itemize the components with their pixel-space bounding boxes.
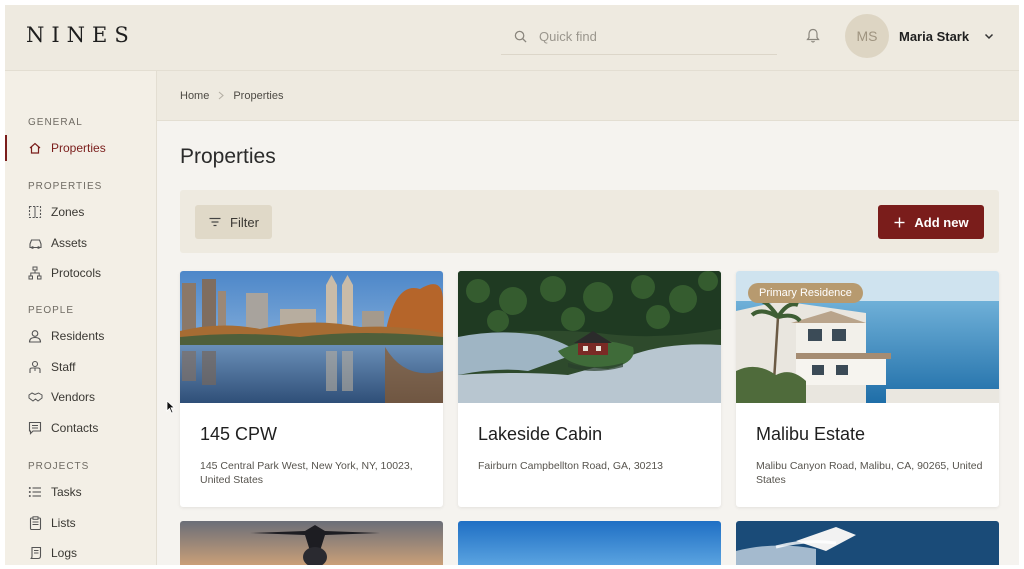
search-input[interactable]: [539, 29, 759, 44]
house-icon: [27, 140, 43, 156]
sidebar-item-label: Contacts: [51, 421, 99, 435]
breadcrumb: Home Properties: [157, 71, 1019, 121]
property-image-lake[interactable]: [458, 271, 721, 403]
sidebar-item-contacts[interactable]: Contacts: [5, 415, 156, 441]
sidebar-item-label: Tasks: [51, 485, 82, 499]
chevron-right-icon: [217, 91, 225, 101]
filter-icon: [208, 215, 222, 229]
sidebar-section-general: GENERAL: [28, 117, 83, 128]
chat-icon: [27, 420, 43, 436]
bell-icon[interactable]: [803, 25, 823, 47]
sidebar-item-residents[interactable]: Residents: [5, 323, 156, 349]
sidebar-item-label: Logs: [51, 546, 78, 560]
sidebar-item-logs[interactable]: Logs: [5, 540, 156, 565]
filter-button[interactable]: Filter: [195, 205, 272, 239]
property-address: 145 Central Park West, New York, NY, 100…: [200, 460, 413, 486]
sidebar-item-label: Properties: [51, 141, 106, 155]
zones-icon: [27, 204, 43, 220]
sidebar: GENERAL Properties PROPERTIES Zones Asse…: [5, 71, 157, 565]
property-card[interactable]: Primary Residence Malibu Estate Malibu C…: [736, 271, 999, 507]
sidebar-item-lists[interactable]: Lists: [5, 510, 156, 536]
filter-label: Filter: [230, 214, 259, 230]
property-card-partial[interactable]: [180, 521, 443, 565]
hierarchy-icon: [27, 265, 43, 281]
property-card-partial[interactable]: [736, 521, 999, 565]
car-icon: [27, 235, 43, 251]
staff-icon: [27, 359, 43, 375]
handshake-icon: [27, 389, 43, 405]
sidebar-item-label: Vendors: [51, 390, 96, 404]
search-icon: [507, 27, 533, 47]
person-icon: [27, 328, 43, 344]
app-window: NINES MS Maria Stark GENERAL Properties: [5, 5, 1019, 565]
toolbar: Filter Add new: [180, 190, 999, 253]
chevron-down-icon[interactable]: [983, 30, 995, 42]
sidebar-item-label: Residents: [51, 329, 105, 343]
property-image-city[interactable]: [180, 271, 443, 403]
list-icon: [27, 484, 43, 500]
user-name[interactable]: Maria Stark: [899, 29, 969, 44]
primary-residence-badge: Primary Residence: [748, 283, 863, 303]
sidebar-item-label: Assets: [51, 236, 88, 250]
avatar[interactable]: MS: [845, 14, 889, 58]
add-new-button[interactable]: Add new: [878, 205, 984, 239]
breadcrumb-home[interactable]: Home: [180, 90, 209, 102]
log-icon: [27, 545, 43, 561]
sidebar-section-properties: PROPERTIES: [28, 181, 103, 192]
sidebar-item-zones[interactable]: Zones: [5, 199, 156, 225]
sidebar-item-label: Zones: [51, 205, 85, 219]
sidebar-item-label: Staff: [51, 360, 76, 374]
property-title[interactable]: 145 CPW: [200, 424, 277, 445]
property-card[interactable]: 145 CPW 145 Central Park West, New York,…: [180, 271, 443, 507]
plus-icon: [893, 216, 905, 228]
sidebar-item-vendors[interactable]: Vendors: [5, 384, 156, 410]
sidebar-section-projects: PROJECTS: [28, 461, 90, 472]
sidebar-item-label: Lists: [51, 516, 76, 530]
breadcrumb-current: Properties: [233, 89, 284, 102]
sidebar-section-people: PEOPLE: [28, 305, 75, 316]
cursor-icon: [166, 400, 176, 414]
sidebar-item-protocols[interactable]: Protocols: [5, 260, 156, 286]
sidebar-item-tasks[interactable]: Tasks: [5, 479, 156, 505]
app-logo[interactable]: NINES: [26, 23, 136, 47]
property-card-partial[interactable]: [458, 521, 721, 565]
sidebar-item-staff[interactable]: Staff: [5, 354, 156, 380]
user-menu[interactable]: MS Maria Stark: [845, 13, 995, 59]
property-card[interactable]: Lakeside Cabin Fairburn Campbellton Road…: [458, 271, 721, 507]
quick-find[interactable]: [501, 19, 777, 55]
sidebar-item-label: Protocols: [51, 266, 102, 280]
property-address: Malibu Canyon Road, Malibu, CA, 90265, U…: [756, 460, 983, 486]
sidebar-item-assets[interactable]: Assets: [5, 230, 156, 256]
page-title: Properties: [180, 145, 276, 168]
top-header: NINES MS Maria Stark: [5, 5, 1019, 71]
add-new-label: Add new: [914, 214, 969, 230]
clipboard-icon: [27, 515, 43, 531]
property-title[interactable]: Lakeside Cabin: [478, 424, 602, 445]
property-address: Fairburn Campbellton Road, GA, 30213: [478, 460, 664, 472]
property-title[interactable]: Malibu Estate: [756, 424, 865, 445]
sidebar-item-properties[interactable]: Properties: [5, 135, 156, 161]
